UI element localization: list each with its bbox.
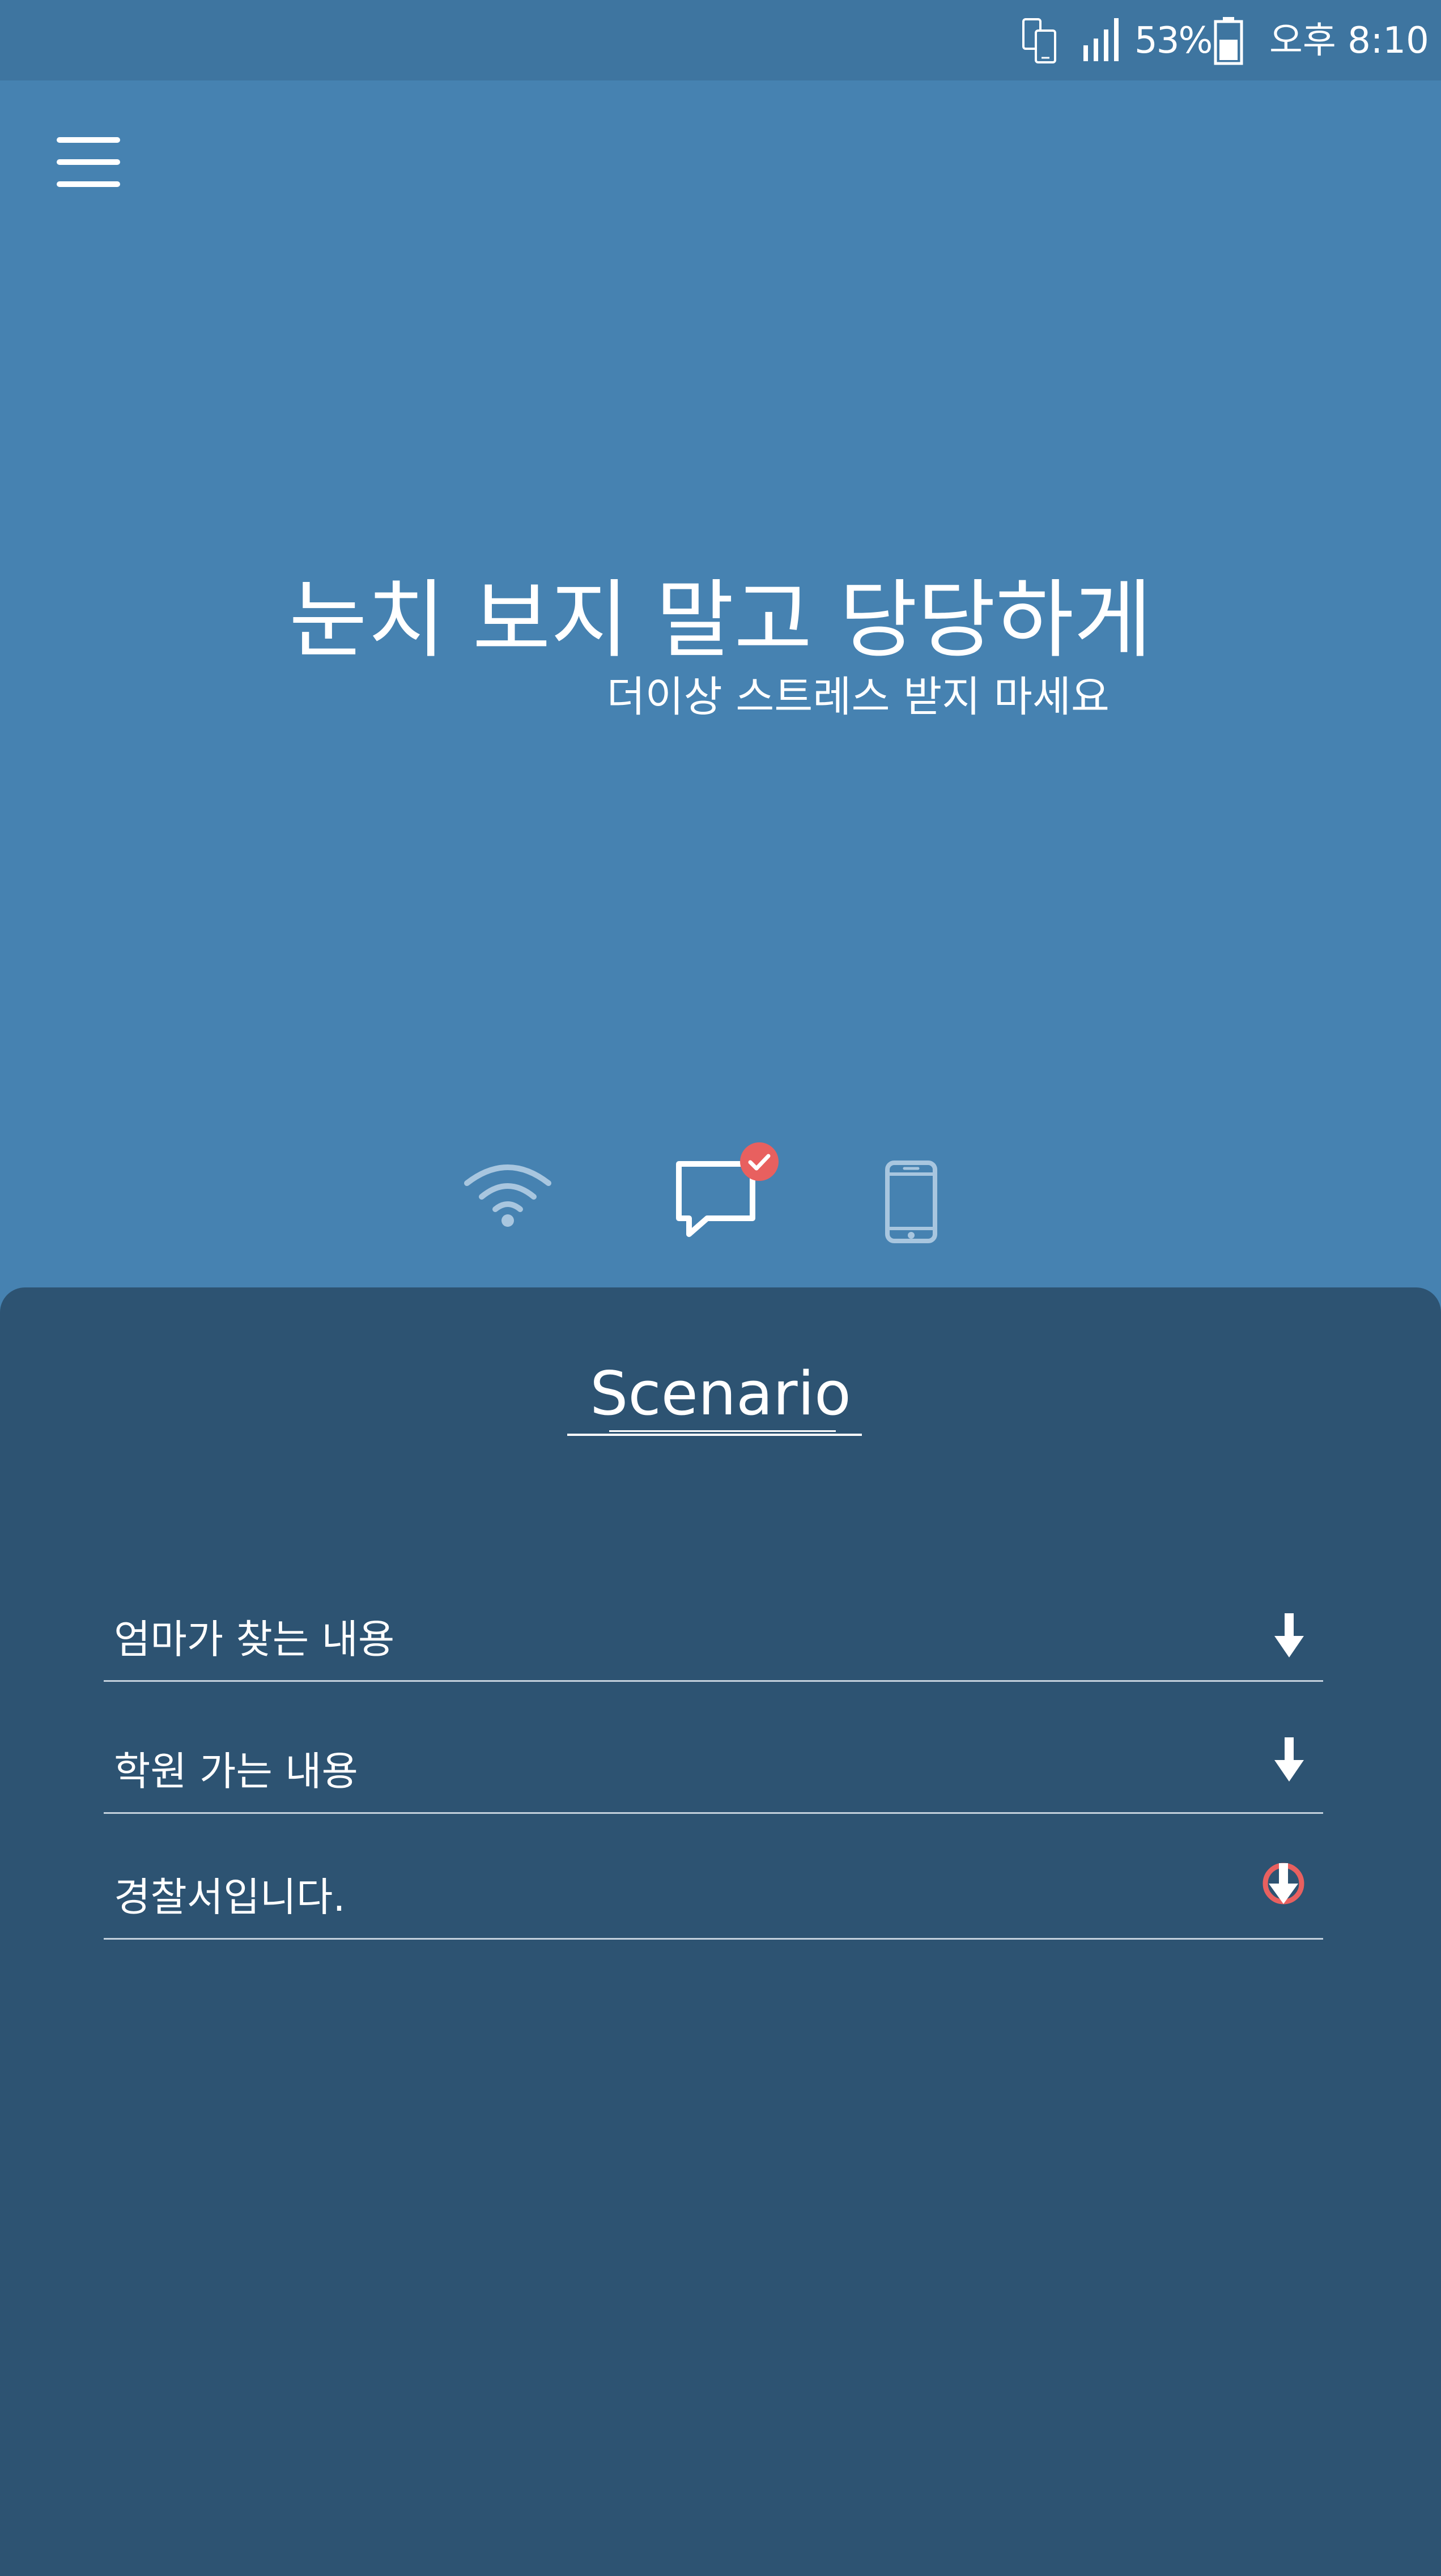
battery-icon <box>1214 17 1243 65</box>
scenario-item[interactable]: 학원 가는 내용 <box>104 1699 1323 1814</box>
phone-icon[interactable] <box>884 1159 938 1244</box>
scenario-underline <box>567 1434 862 1436</box>
scenario-item-label: 학원 가는 내용 <box>114 1748 358 1795</box>
check-icon <box>748 1154 771 1171</box>
scenario-item[interactable]: 경찰서입니다. <box>104 1825 1323 1940</box>
status-bar: 53% 오후 8:10 <box>0 0 1441 80</box>
wifi-icon[interactable] <box>462 1159 553 1227</box>
hamburger-menu-icon[interactable] <box>57 135 122 189</box>
signal-icon <box>1083 18 1119 61</box>
scenario-item-label: 엄마가 찾는 내용 <box>114 1616 395 1663</box>
download-arrow-icon[interactable] <box>1261 1861 1306 1910</box>
battery-percent: 53% <box>1134 20 1213 62</box>
download-arrow-icon[interactable] <box>1272 1612 1306 1661</box>
download-arrow-icon[interactable] <box>1272 1736 1306 1785</box>
scenario-item[interactable]: 엄마가 찾는 내용 <box>104 1567 1323 1682</box>
hero-headline: 눈치 보지 말고 당당하게 <box>288 571 1153 670</box>
phone-sync-icon <box>1022 18 1056 63</box>
scenario-title: Scenario <box>590 1359 851 1429</box>
hero-subline: 더이상 스트레스 받지 마세요 <box>606 673 1110 721</box>
selected-badge <box>740 1142 779 1181</box>
scenario-item-label: 경찰서입니다. <box>114 1874 346 1920</box>
scenario-underline-accent <box>609 1430 836 1432</box>
clock: 오후 8:10 <box>1269 20 1429 62</box>
